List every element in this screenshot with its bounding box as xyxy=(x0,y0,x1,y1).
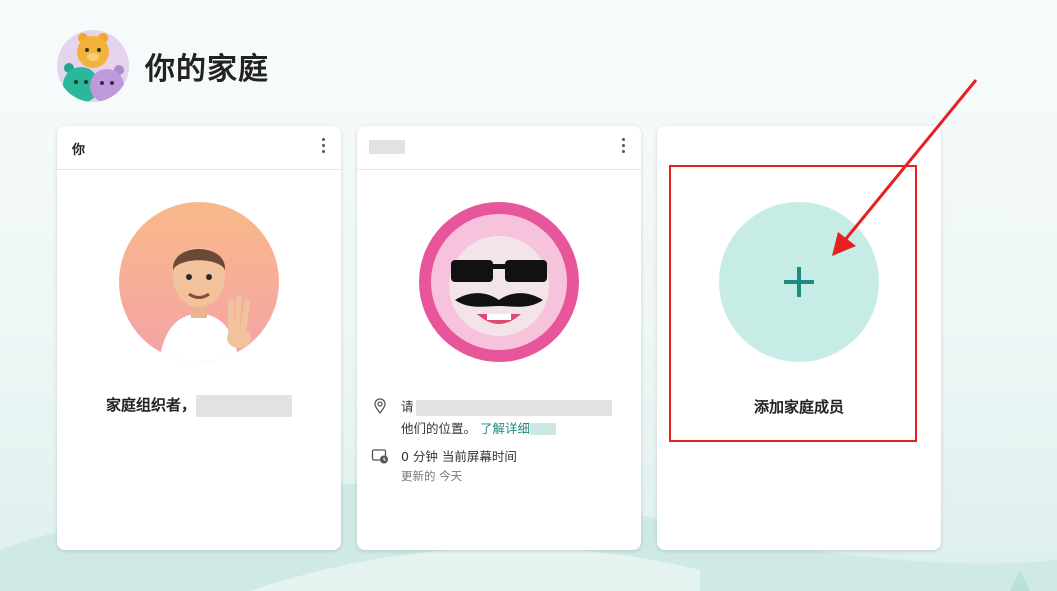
location-pin-icon xyxy=(374,398,386,415)
member-card-self[interactable]: 你 家庭组织者， xyxy=(57,126,341,550)
screen-time-icon xyxy=(371,449,388,464)
member-avatar xyxy=(419,202,579,362)
location-text-line2: 他们的位置。 xyxy=(401,420,477,436)
location-info: 请 他们的位置。 了解详细 xyxy=(371,396,612,437)
member-avatar xyxy=(119,202,279,362)
redacted-location-text xyxy=(415,399,612,416)
redacted-link xyxy=(530,423,557,435)
card-header: 你 xyxy=(57,126,341,170)
highlight-box-annotation xyxy=(669,165,917,442)
page-title: 你的家庭 xyxy=(145,52,269,87)
screen-time-info: 0 分钟 当前屏幕时间 更新的 今天 xyxy=(371,446,517,484)
location-text: 请 xyxy=(401,399,414,414)
learn-more-link[interactable]: 了解详细 xyxy=(480,421,530,436)
more-options-icon[interactable] xyxy=(319,138,327,156)
member-name: 你 xyxy=(72,143,86,158)
redacted-member-name xyxy=(369,140,405,154)
redacted-name xyxy=(196,394,292,417)
member-card-child[interactable]: 请 他们的位置。 了解详细 0 分钟 当前屏幕时间 更新的 今天 xyxy=(357,126,641,550)
screen-time-value: 0 分钟 当前屏幕时间 xyxy=(401,449,517,464)
more-options-icon[interactable] xyxy=(619,138,627,156)
card-header xyxy=(357,126,641,170)
family-bears-logo xyxy=(57,30,129,102)
member-role-label: 家庭组织者， xyxy=(57,394,341,417)
screen-time-updated: 更新的 今天 xyxy=(401,469,463,483)
page-header: 你的家庭 xyxy=(57,30,269,102)
